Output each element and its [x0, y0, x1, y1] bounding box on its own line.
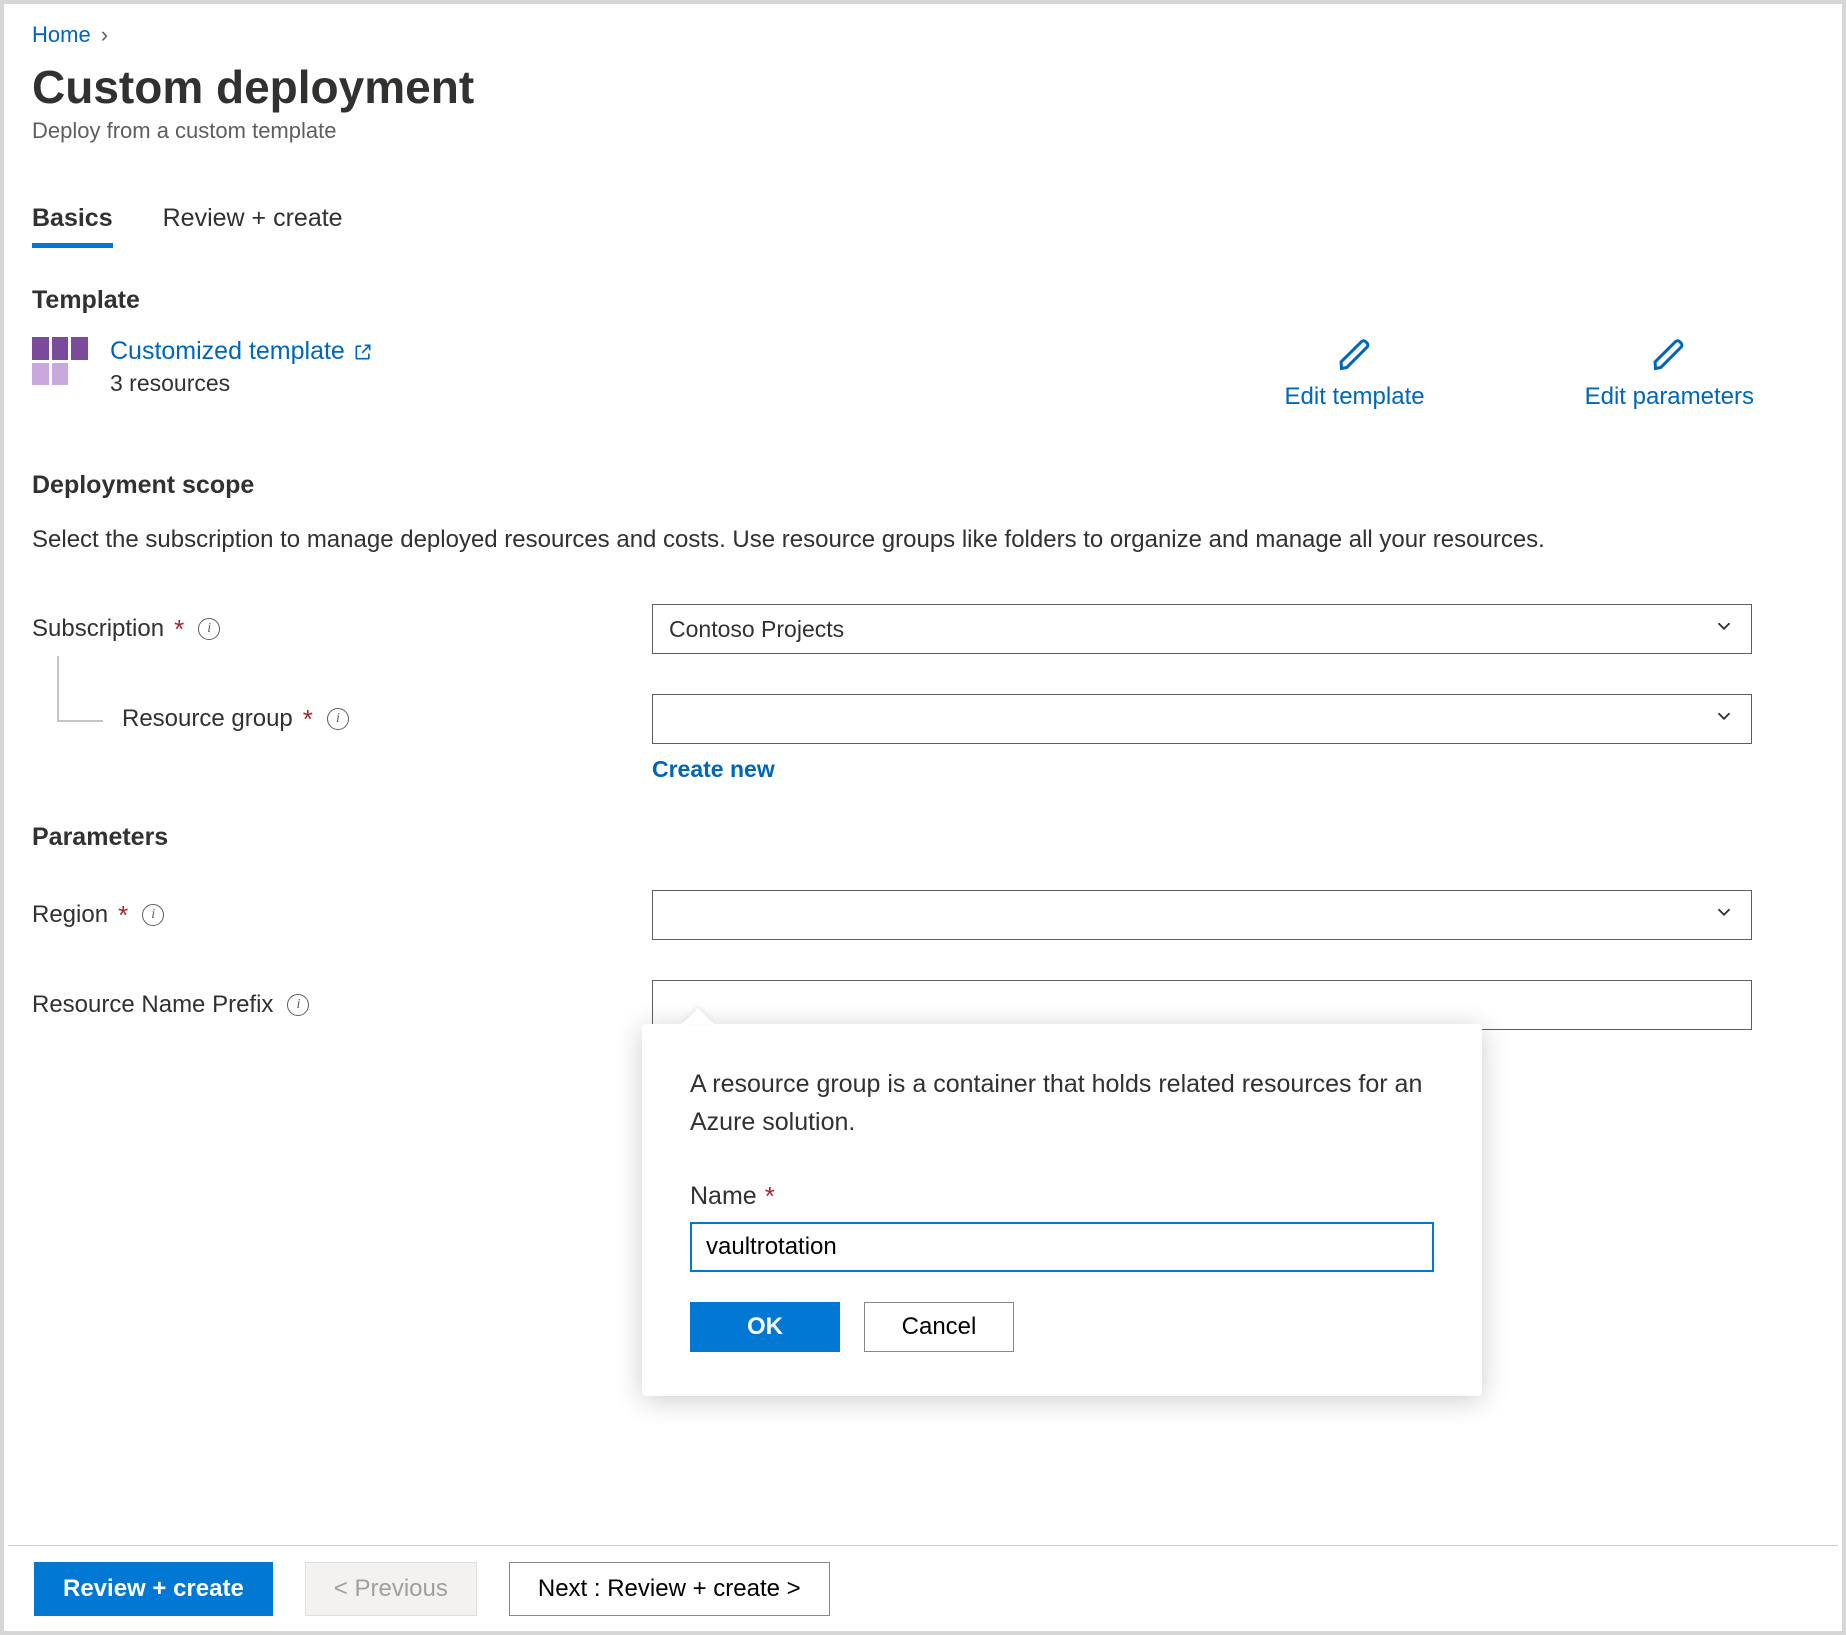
resource-group-label: Resource group* i: [32, 704, 652, 735]
review-create-button[interactable]: Review + create: [34, 1562, 273, 1616]
ok-button[interactable]: OK: [690, 1302, 840, 1352]
deployment-scope-description: Select the subscription to manage deploy…: [32, 522, 1642, 558]
resource-group-dropdown[interactable]: [652, 694, 1752, 744]
resource-group-name-input[interactable]: [690, 1222, 1434, 1272]
info-icon[interactable]: i: [198, 618, 220, 640]
template-icon: [32, 337, 88, 385]
edit-parameters-button[interactable]: Edit parameters: [1585, 337, 1754, 411]
page-subtitle: Deploy from a custom template: [32, 118, 1814, 144]
subscription-value: Contoso Projects: [669, 616, 844, 643]
breadcrumb-home[interactable]: Home: [32, 22, 91, 48]
create-resource-group-callout: A resource group is a container that hol…: [642, 1024, 1482, 1396]
chevron-down-icon: [1713, 615, 1735, 643]
tab-basics[interactable]: Basics: [32, 204, 113, 248]
info-icon[interactable]: i: [287, 994, 309, 1016]
subscription-label: Subscription* i: [32, 614, 652, 645]
create-new-link[interactable]: Create new: [652, 756, 775, 783]
previous-button[interactable]: < Previous: [305, 1562, 477, 1616]
edit-parameters-label: Edit parameters: [1585, 383, 1754, 411]
callout-description: A resource group is a container that hol…: [690, 1066, 1434, 1141]
pencil-icon: [1337, 337, 1373, 373]
tab-bar: Basics Review + create: [32, 204, 1814, 248]
resource-name-prefix-label: Resource Name Prefix i: [32, 991, 652, 1019]
next-button[interactable]: Next : Review + create >: [509, 1562, 830, 1616]
tab-review-create[interactable]: Review + create: [163, 204, 343, 248]
chevron-down-icon: [1713, 901, 1735, 929]
edit-template-button[interactable]: Edit template: [1285, 337, 1425, 411]
callout-name-label: Name*: [690, 1181, 1434, 1212]
template-heading: Template: [32, 286, 1814, 315]
region-dropdown[interactable]: [652, 890, 1752, 940]
cancel-button[interactable]: Cancel: [864, 1302, 1014, 1352]
chevron-right-icon: ›: [101, 22, 108, 48]
deployment-scope-heading: Deployment scope: [32, 471, 1814, 500]
subscription-dropdown[interactable]: Contoso Projects: [652, 604, 1752, 654]
info-icon[interactable]: i: [142, 904, 164, 926]
external-link-icon: [353, 342, 373, 362]
template-resource-count: 3 resources: [110, 370, 373, 397]
region-label: Region* i: [32, 900, 652, 931]
info-icon[interactable]: i: [327, 708, 349, 730]
customized-template-link[interactable]: Customized template: [110, 337, 373, 366]
page-title: Custom deployment: [32, 60, 1814, 114]
pencil-icon: [1651, 337, 1687, 373]
edit-template-label: Edit template: [1285, 383, 1425, 411]
chevron-down-icon: [1713, 705, 1735, 733]
resource-name-prefix-input[interactable]: [652, 980, 1752, 1030]
breadcrumb: Home ›: [32, 22, 1814, 48]
customized-template-label: Customized template: [110, 337, 345, 366]
parameters-heading: Parameters: [32, 823, 1814, 852]
footer-bar: Review + create < Previous Next : Review…: [8, 1545, 1838, 1631]
